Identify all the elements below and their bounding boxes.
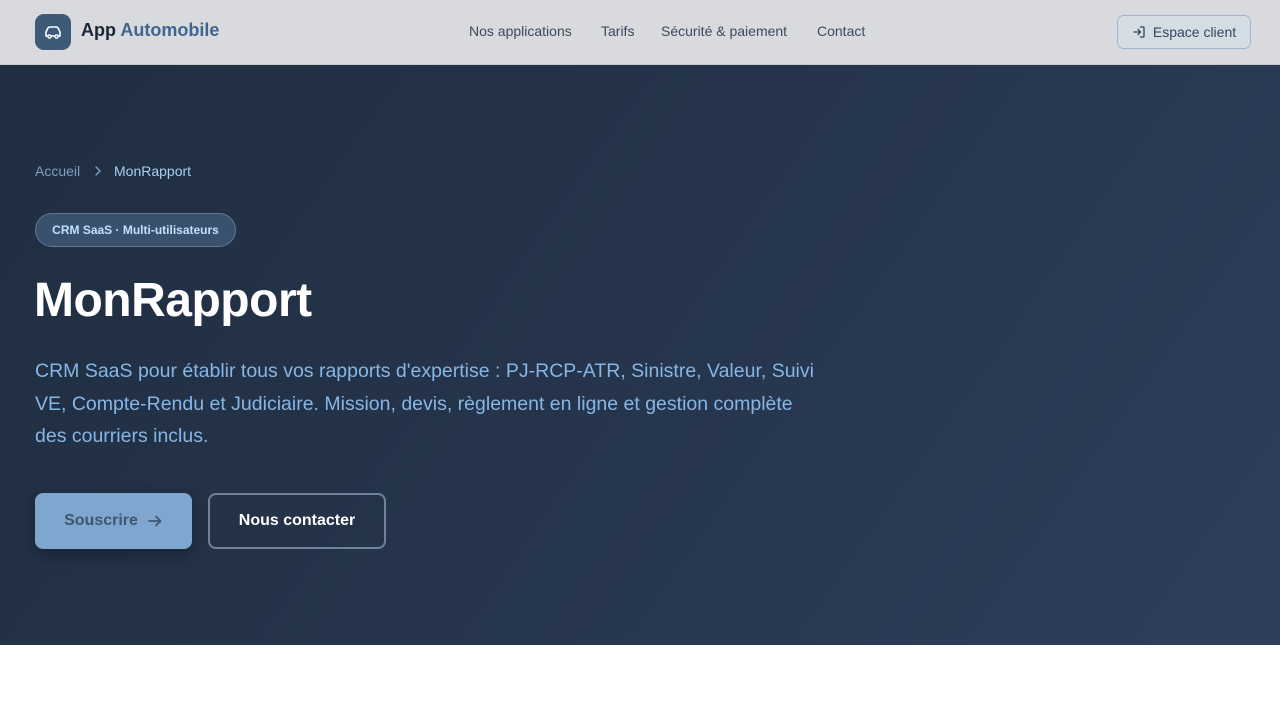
page-title: MonRapport bbox=[34, 274, 312, 327]
arrow-right-icon bbox=[148, 515, 162, 527]
nav-link-applications[interactable]: Nos applications bbox=[469, 23, 572, 39]
product-badge: CRM SaaS · Multi-utilisateurs bbox=[35, 213, 236, 247]
content-area bbox=[0, 645, 1280, 720]
product-description: CRM SaaS pour établir tous vos rapports … bbox=[35, 360, 814, 447]
chevron-right-icon bbox=[93, 164, 103, 181]
client-space-button[interactable]: Espace client bbox=[1117, 15, 1251, 49]
subscribe-label: Souscrire bbox=[64, 512, 138, 529]
site-header: App Automobile Nos applications Tarifs S… bbox=[0, 0, 1280, 65]
nav-link-contact[interactable]: Contact bbox=[817, 23, 865, 39]
subscribe-button[interactable]: Souscrire bbox=[35, 493, 192, 549]
hero-section: Accueil MonRapport CRM SaaS · Multi-util… bbox=[0, 65, 1280, 645]
breadcrumb-current: MonRapport bbox=[114, 163, 192, 179]
contact-us-label: Nous contacter bbox=[238, 512, 356, 529]
contact-us-button[interactable]: Nous contacter bbox=[208, 493, 386, 549]
client-space-label: Espace client bbox=[1152, 24, 1237, 40]
main-nav: Nos applications Tarifs Sécurité & paiem… bbox=[0, 23, 1280, 43]
nav-link-tarifs[interactable]: Tarifs bbox=[601, 23, 634, 39]
breadcrumb-home[interactable]: Accueil bbox=[35, 163, 80, 179]
login-arrow-icon bbox=[1133, 26, 1145, 38]
nav-link-securite-paiement[interactable]: Sécurité & paiement bbox=[661, 23, 787, 39]
